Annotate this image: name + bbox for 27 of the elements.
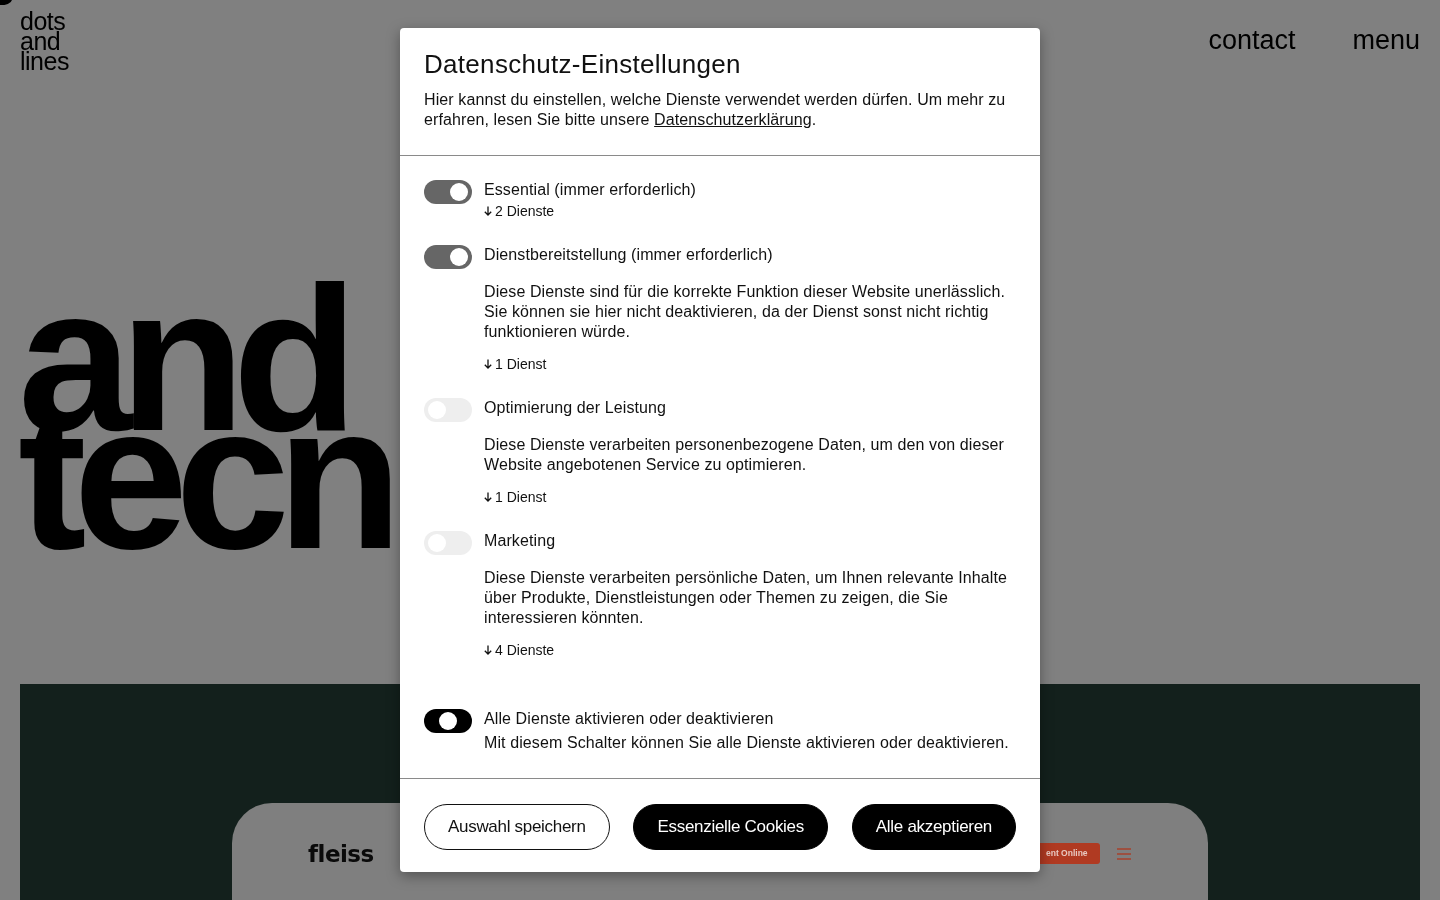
logo[interactable]: dots and lines xyxy=(20,11,69,71)
category-description: Diese Dienste sind für die korrekte Funktion dieser Website unerlässlich. Sie können sie hier nicht deaktivieren, da der Dienst sonst nicht richtig funktionieren würde. xyxy=(484,282,1007,342)
arrow-down-icon xyxy=(484,492,492,502)
master-toggle-description: Mit diesem Schalter können Sie alle Dienste aktivieren oder deaktivieren. xyxy=(484,733,1009,753)
category-description: Diese Dienste verarbeiten personenbezogene Daten, um den von dieser Website angebotenen Service zu optimieren. xyxy=(484,435,1005,475)
nav-link[interactable]: menu xyxy=(1352,24,1420,56)
dialog-title: Datenschutz-Einstellungen xyxy=(424,48,742,80)
arrow-down-icon xyxy=(484,206,492,216)
cta-button[interactable]: ent Online xyxy=(1040,843,1100,864)
dialog-button[interactable]: Essenzielle Cookies xyxy=(633,804,828,850)
master-toggle-title: Alle Dienste aktivieren oder deaktivieren xyxy=(484,709,774,729)
category-description: Diese Dienste verarbeiten persönliche Daten, um Ihnen relevante Inhalte über Produkte, Dienstleistungen oder Themen zu zeigen, die Sie interessieren könnten. xyxy=(484,568,1008,628)
category-title: Marketing xyxy=(484,531,556,551)
category-title: Dienstbereitstellung (immer erforderlich) xyxy=(484,245,773,265)
nav-link[interactable]: contact xyxy=(1208,24,1296,56)
category-title: Essential (immer erforderlich) xyxy=(484,180,696,200)
arrow-down-icon xyxy=(484,645,492,655)
category-title: Optimierung der Leistung xyxy=(484,398,667,418)
privacy-policy-link[interactable]: Datenschutzerklärung xyxy=(654,111,812,128)
dialog-intro: Hier kannst du einstellen, welche Dienste verwendet werden dürfen. Um mehr zu erfahren, lesen Sie bitte unsere Datenschutzerklärung. xyxy=(424,90,1007,130)
services-expander[interactable]: 1 Dienst xyxy=(484,488,547,506)
dialog-button[interactable]: Auswahl speichern xyxy=(424,804,610,850)
arrow-down-icon xyxy=(484,359,492,369)
services-expander[interactable]: 4 Dienste xyxy=(484,641,555,659)
brand-logo: fleiss xyxy=(308,842,374,866)
dialog-button[interactable]: Alle akzeptieren xyxy=(851,804,1016,850)
toggle-switch[interactable] xyxy=(424,709,472,733)
